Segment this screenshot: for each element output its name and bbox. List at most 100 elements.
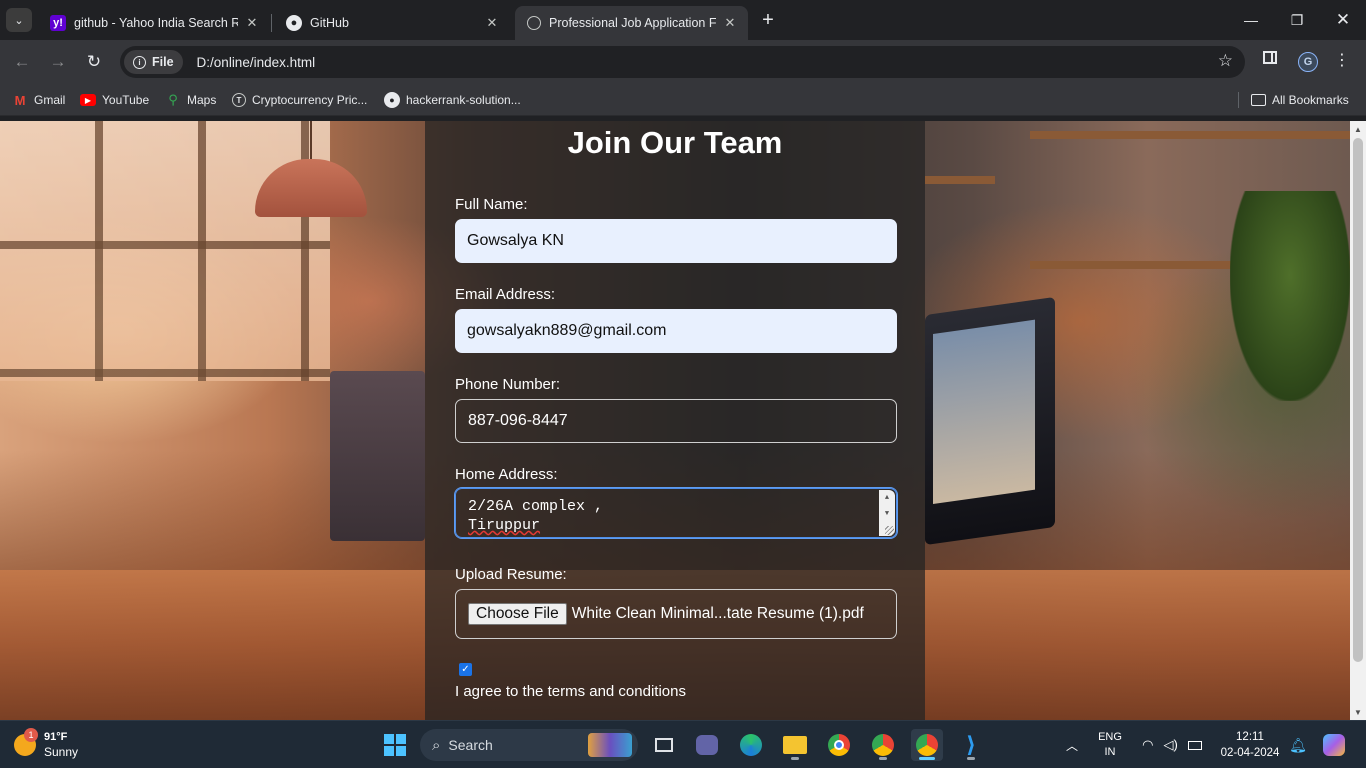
reload-button[interactable]: ↻ bbox=[82, 50, 106, 74]
tab-job-application[interactable]: Professional Job Application For ✕ bbox=[515, 6, 748, 40]
close-window-button[interactable]: ✕ bbox=[1320, 0, 1366, 40]
scroll-up-icon[interactable]: ▲ bbox=[1350, 121, 1366, 137]
resume-file-input[interactable]: Choose File White Clean Minimal...tate R… bbox=[455, 589, 897, 639]
weather-desc: Sunny bbox=[44, 745, 79, 759]
phone-input[interactable]: 887-096-8447 bbox=[455, 399, 897, 443]
task-view-button[interactable] bbox=[648, 729, 680, 761]
gmail-icon: M bbox=[14, 92, 26, 108]
chrome-active-button[interactable] bbox=[911, 729, 943, 761]
folder-icon bbox=[1251, 94, 1266, 106]
page-viewport: Join Our Team Full Name: Gowsalya KN Ema… bbox=[0, 121, 1350, 720]
wifi-icon: ◠ bbox=[1142, 737, 1154, 752]
address-line: 2/26A complex , bbox=[468, 498, 604, 515]
running-indicator bbox=[791, 757, 799, 760]
chrome-button[interactable] bbox=[823, 729, 855, 761]
volume-icon: ◁) bbox=[1163, 737, 1178, 752]
terms-checkbox[interactable]: ✓ bbox=[459, 663, 472, 676]
terms-label: I agree to the terms and conditions bbox=[455, 683, 686, 700]
github-icon: ● bbox=[286, 15, 302, 31]
url-text[interactable]: D:/online/index.html bbox=[197, 55, 316, 70]
full-name-label: Full Name: bbox=[455, 196, 528, 213]
bookmark-gmail[interactable]: M Gmail bbox=[12, 91, 66, 109]
back-button[interactable]: ← bbox=[10, 50, 34, 74]
vscode-icon: ⟩ bbox=[965, 732, 977, 757]
bookmark-crypto[interactable]: T Cryptocurrency Pric... bbox=[232, 91, 367, 109]
globe-icon bbox=[527, 16, 541, 30]
bookmark-label: Cryptocurrency Pric... bbox=[252, 93, 368, 107]
info-icon: i bbox=[133, 55, 146, 69]
site-chip-label: File bbox=[152, 55, 174, 69]
start-button[interactable] bbox=[379, 729, 411, 761]
bell-icon: 🔔︎ bbox=[1289, 736, 1307, 753]
edge-button[interactable] bbox=[735, 729, 767, 761]
search-icon: ⌕ bbox=[432, 736, 441, 754]
address-bar[interactable]: i File D:/online/index.html ☆ bbox=[120, 46, 1245, 78]
email-input[interactable]: gowsalyakn889@gmail.com bbox=[455, 309, 897, 353]
tab-separator bbox=[271, 14, 272, 32]
chrome-profile-button[interactable] bbox=[867, 729, 899, 761]
vscode-button[interactable]: ⟩ bbox=[955, 729, 987, 761]
all-bookmarks-button[interactable]: All Bookmarks bbox=[1251, 91, 1349, 109]
tab-search-button[interactable]: ⌄ bbox=[6, 8, 32, 32]
bookmark-youtube[interactable]: ▶ YouTube bbox=[80, 91, 149, 109]
new-tab-button[interactable]: + bbox=[758, 8, 778, 32]
address-label: Home Address: bbox=[455, 466, 558, 483]
menu-button[interactable]: ⋮ bbox=[1334, 50, 1350, 70]
scroll-down-icon[interactable]: ▼ bbox=[879, 506, 895, 522]
maps-icon: ⚲ bbox=[168, 92, 178, 107]
show-hidden-icons-button[interactable]: ︿ bbox=[1062, 721, 1082, 768]
restore-button[interactable]: ❐ bbox=[1274, 0, 1320, 40]
job-application-form: Join Our Team Full Name: Gowsalya KN Ema… bbox=[425, 121, 925, 720]
resize-handle-icon[interactable] bbox=[885, 526, 894, 535]
notifications-button[interactable]: 🔔︎ bbox=[1288, 721, 1308, 768]
windows-icon bbox=[384, 734, 406, 756]
clock[interactable]: 12:11 02-04-2024 bbox=[1214, 721, 1286, 768]
windows-taskbar: 1 91°F Sunny ⌕ Search ⟩ ︿ ENG IN ◠ ◁) 12… bbox=[0, 720, 1366, 768]
taskbar-search[interactable]: ⌕ Search bbox=[420, 729, 638, 761]
reload-icon: ↻ bbox=[86, 52, 102, 71]
close-icon[interactable]: ✕ bbox=[484, 15, 500, 31]
chrome-icon bbox=[916, 734, 938, 756]
page-scrollbar[interactable]: ▲ ▼ bbox=[1350, 121, 1366, 720]
language-indicator[interactable]: ENG IN bbox=[1094, 721, 1126, 768]
copilot-button[interactable] bbox=[1318, 721, 1350, 768]
bookmark-label: Maps bbox=[187, 93, 217, 107]
forward-button[interactable]: → bbox=[46, 50, 70, 74]
page-title: Join Our Team bbox=[567, 125, 783, 160]
scroll-down-icon[interactable]: ▼ bbox=[1350, 704, 1366, 720]
choose-file-button[interactable]: Choose File bbox=[468, 603, 567, 625]
teams-button[interactable] bbox=[691, 729, 723, 761]
background-shelf bbox=[925, 176, 995, 184]
weather-widget[interactable]: 1 91°F Sunny bbox=[14, 721, 94, 768]
site-info-chip[interactable]: i File bbox=[124, 50, 183, 74]
copilot-icon bbox=[1323, 734, 1345, 756]
clock-date: 02-04-2024 bbox=[1220, 747, 1280, 759]
close-icon[interactable]: ✕ bbox=[244, 15, 260, 31]
arrow-left-icon: ← bbox=[13, 52, 31, 71]
battery-icon bbox=[1187, 740, 1202, 750]
system-tray-quick-settings[interactable]: ◠ ◁) bbox=[1137, 721, 1207, 768]
minimize-button[interactable]: — bbox=[1228, 0, 1274, 40]
address-line: Tiruppur bbox=[468, 517, 541, 534]
full-name-input[interactable]: Gowsalya KN bbox=[455, 219, 897, 263]
task-view-icon bbox=[655, 738, 673, 752]
close-icon[interactable]: ✕ bbox=[722, 15, 738, 31]
bookmark-maps[interactable]: ⚲ Maps bbox=[165, 91, 216, 109]
bookmark-hackerrank[interactable]: ● hackerrank-solution... bbox=[384, 91, 521, 109]
resume-label: Upload Resume: bbox=[455, 566, 567, 583]
address-textarea[interactable]: 2/26A complex , Tiruppur ▲ ▼ bbox=[455, 488, 897, 538]
profile-avatar[interactable]: G bbox=[1298, 52, 1318, 72]
chevron-up-icon: ︿ bbox=[1065, 738, 1078, 753]
bookmark-star-icon[interactable]: ☆ bbox=[1218, 51, 1233, 71]
file-explorer-button[interactable] bbox=[779, 729, 811, 761]
side-panel-button[interactable] bbox=[1263, 51, 1277, 64]
scrollbar-thumb[interactable] bbox=[1353, 138, 1363, 662]
tab-github[interactable]: ● GitHub ✕ bbox=[274, 6, 510, 40]
tab-title: GitHub bbox=[310, 16, 349, 30]
tab-title: github - Yahoo India Search Res bbox=[74, 16, 238, 30]
bookmarks-bar: M Gmail ▶ YouTube ⚲ Maps T Cryptocurrenc… bbox=[0, 84, 1366, 116]
tab-yahoo-search[interactable]: y! github - Yahoo India Search Res ✕ bbox=[38, 6, 270, 40]
side-panel-icon bbox=[1263, 51, 1277, 64]
weather-temp: 91°F bbox=[44, 731, 68, 743]
close-icon: ✕ bbox=[1335, 10, 1351, 29]
